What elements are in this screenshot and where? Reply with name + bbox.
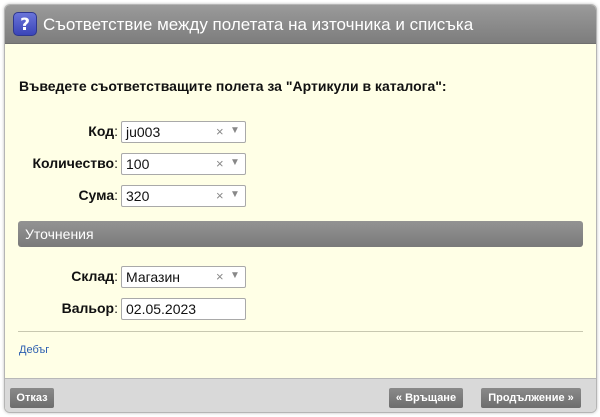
clear-icon[interactable]: × [216, 269, 224, 284]
chevron-down-icon[interactable]: ▼ [230, 189, 240, 200]
quantity-select[interactable]: 100 × ▼ [121, 153, 246, 175]
back-button[interactable]: « Връщане [389, 388, 463, 408]
clear-icon[interactable]: × [216, 124, 224, 139]
currency-date-input[interactable]: 02.05.2023 [121, 298, 246, 320]
amount-value: 320 [126, 188, 150, 204]
chevron-down-icon[interactable]: ▼ [230, 125, 240, 136]
warehouse-label: Склад [71, 268, 115, 284]
code-value: ju003 [126, 124, 161, 140]
currency-date-label-row: Вальор: [61, 300, 118, 316]
clear-icon[interactable]: × [216, 188, 224, 203]
quantity-label: Количество [32, 155, 115, 171]
continue-button[interactable]: Продължение » [481, 388, 581, 408]
chevron-down-icon[interactable]: ▼ [230, 157, 240, 168]
quantity-label-row: Количество: [32, 155, 118, 171]
field-mapping-dialog: ? Съответствие между полетата на източни… [4, 4, 597, 413]
code-label-row: Код: [88, 123, 118, 139]
amount-label-row: Сума: [78, 187, 118, 203]
warehouse-label-row: Склад: [71, 268, 118, 284]
code-select[interactable]: ju003 × ▼ [121, 121, 246, 143]
warehouse-value: Магазин [126, 269, 181, 285]
clear-icon[interactable]: × [216, 156, 224, 171]
cancel-button[interactable]: Отказ [10, 388, 54, 408]
amount-label: Сума [78, 187, 115, 203]
debug-link[interactable]: Дебъг [19, 344, 49, 356]
amount-select[interactable]: 320 × ▼ [121, 185, 246, 207]
code-label: Код [88, 123, 115, 139]
details-section-header: Уточнения [18, 221, 583, 247]
dialog-footer: Отказ « Връщане Продължение » [5, 378, 596, 412]
quantity-value: 100 [126, 156, 150, 172]
warehouse-select[interactable]: Магазин × ▼ [121, 266, 246, 288]
chevron-down-icon[interactable]: ▼ [230, 270, 240, 281]
currency-date-label: Вальор [61, 300, 115, 316]
dialog-titlebar: ? Съответствие между полетата на източни… [5, 5, 596, 44]
section-title: Уточнения [25, 226, 94, 242]
help-icon: ? [13, 12, 37, 36]
divider [18, 331, 583, 332]
instruction-text: Въведете съответстващите полета за "Арти… [19, 78, 447, 94]
currency-date-value: 02.05.2023 [126, 301, 197, 317]
dialog-title: Съответствие между полетата на източника… [43, 15, 474, 34]
